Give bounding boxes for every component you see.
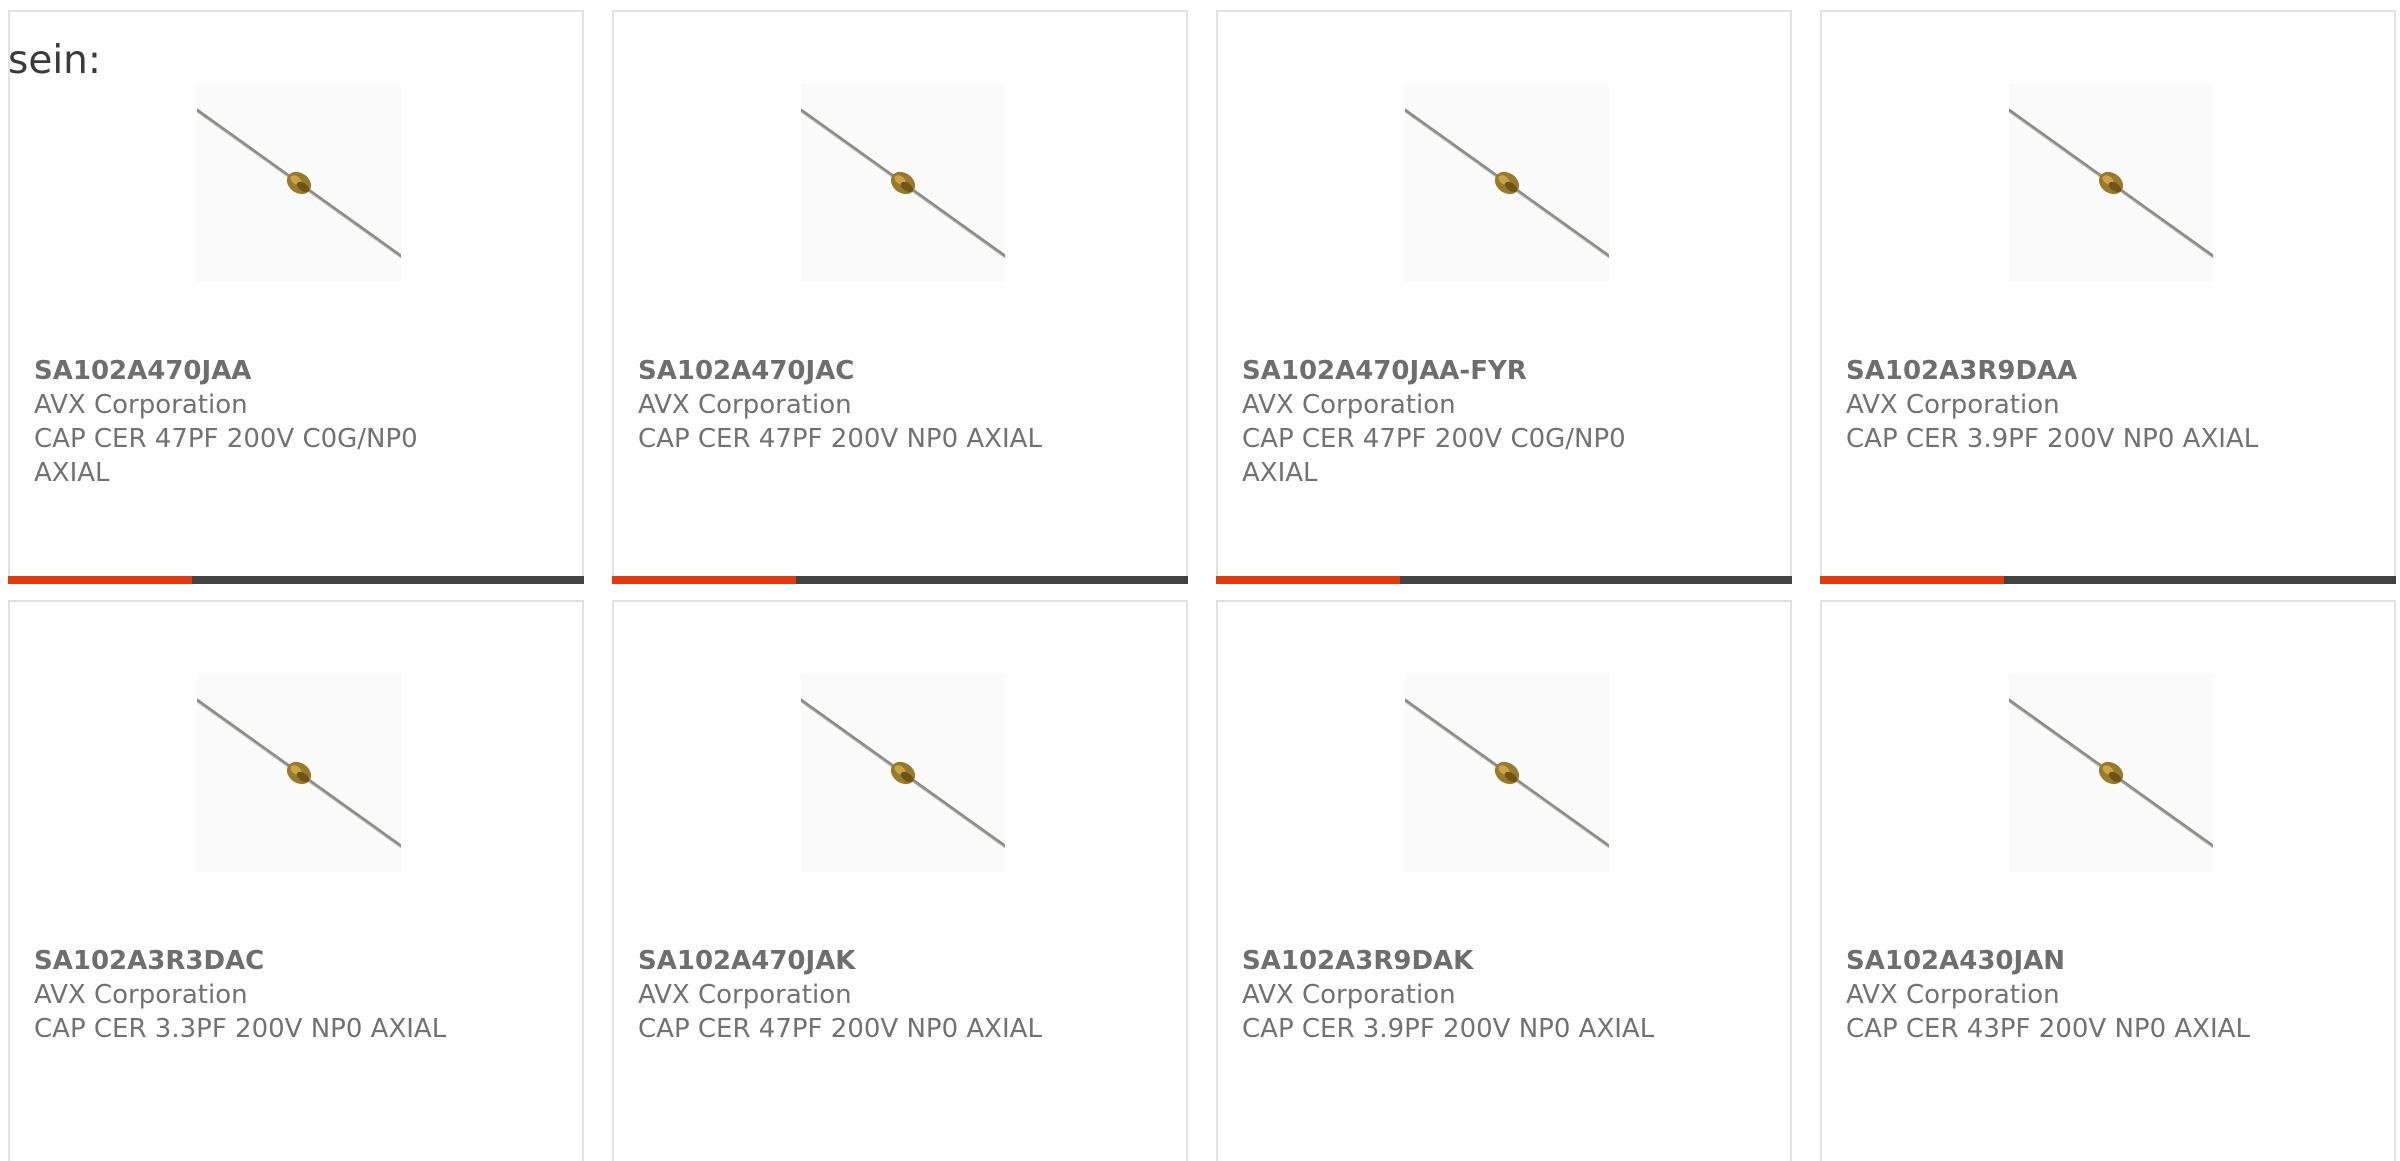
axial-capacitor-icon: [2009, 84, 2213, 282]
manufacturer: AVX Corporation: [1242, 980, 1456, 1010]
progress-bar: [612, 576, 1188, 584]
manufacturer: AVX Corporation: [34, 980, 248, 1010]
part-number[interactable]: SA102A3R9DAK: [1242, 944, 1662, 978]
axial-capacitor-icon: [2009, 674, 2213, 872]
description: CAP CER 47PF 200V C0G/NP0 AXIAL: [34, 424, 418, 488]
progress-bar: [1820, 576, 2396, 584]
part-number[interactable]: SA102A430JAN: [1846, 944, 2266, 978]
manufacturer: AVX Corporation: [638, 390, 852, 420]
product-card[interactable]: SA102A470JAC AVX Corporation CAP CER 47PF …: [612, 10, 1188, 584]
product-info: SA102A430JAN AVX Corporation CAP CER 43PF …: [1846, 944, 2266, 1046]
product-card[interactable]: SA102A470JAA-FYR AVX Corporation CAP CER 4…: [1216, 10, 1792, 584]
description: CAP CER 43PF 200V NP0 AXIAL: [1846, 1014, 2250, 1044]
description: CAP CER 3.9PF 200V NP0 AXIAL: [1846, 424, 2259, 454]
axial-capacitor-icon: [197, 674, 401, 872]
description: CAP CER 3.9PF 200V NP0 AXIAL: [1242, 1014, 1655, 1044]
progress-bar: [1216, 576, 1792, 584]
page: sein: SA102A470JAA AVX Corporation CAP CER…: [0, 0, 2400, 1161]
part-number[interactable]: SA102A470JAA-FYR: [1242, 354, 1662, 388]
axial-capacitor-icon: [801, 84, 1005, 282]
description: CAP CER 47PF 200V C0G/NP0 AXIAL: [1242, 424, 1626, 488]
progress-bar-fill: [1216, 576, 1401, 584]
axial-capacitor-icon: [197, 84, 401, 282]
product-info: SA102A470JAA AVX Corporation CAP CER 47PF …: [34, 354, 454, 490]
product-card[interactable]: SA102A470JAK AVX Corporation CAP CER 47PF …: [612, 600, 1188, 1161]
product-info: SA102A3R9DAK AVX Corporation CAP CER 3.9PF…: [1242, 944, 1662, 1046]
part-number[interactable]: SA102A470JAK: [638, 944, 1058, 978]
product-info: SA102A470JAC AVX Corporation CAP CER 47PF …: [638, 354, 1058, 456]
part-number[interactable]: SA102A470JAA: [34, 354, 454, 388]
product-info: SA102A3R3DAC AVX Corporation CAP CER 3.3PF…: [34, 944, 454, 1046]
product-grid: SA102A470JAA AVX Corporation CAP CER 47PF …: [8, 10, 2400, 1161]
manufacturer: AVX Corporation: [1846, 980, 2060, 1010]
axial-capacitor-icon: [1405, 674, 1609, 872]
product-card[interactable]: SA102A3R9DAA AVX Corporation CAP CER 3.9PF…: [1820, 10, 2396, 584]
progress-bar-fill: [1820, 576, 2005, 584]
progress-bar-fill: [612, 576, 797, 584]
manufacturer: AVX Corporation: [34, 390, 248, 420]
manufacturer: AVX Corporation: [1242, 390, 1456, 420]
description: CAP CER 47PF 200V NP0 AXIAL: [638, 1014, 1042, 1044]
manufacturer: AVX Corporation: [638, 980, 852, 1010]
product-card[interactable]: SA102A3R3DAC AVX Corporation CAP CER 3.3PF…: [8, 600, 584, 1161]
product-card[interactable]: SA102A3R9DAK AVX Corporation CAP CER 3.9PF…: [1216, 600, 1792, 1161]
product-card[interactable]: SA102A470JAA AVX Corporation CAP CER 47PF …: [8, 10, 584, 584]
part-number[interactable]: SA102A3R9DAA: [1846, 354, 2266, 388]
product-card[interactable]: SA102A430JAN AVX Corporation CAP CER 43PF …: [1820, 600, 2396, 1161]
product-info: SA102A3R9DAA AVX Corporation CAP CER 3.9PF…: [1846, 354, 2266, 456]
manufacturer: AVX Corporation: [1846, 390, 2060, 420]
progress-bar: [8, 576, 584, 584]
product-info: SA102A470JAA-FYR AVX Corporation CAP CER 4…: [1242, 354, 1662, 490]
progress-bar-fill: [8, 576, 193, 584]
axial-capacitor-icon: [801, 674, 1005, 872]
intro-text: sein:: [8, 38, 102, 83]
description: CAP CER 3.3PF 200V NP0 AXIAL: [34, 1014, 447, 1044]
product-info: SA102A470JAK AVX Corporation CAP CER 47PF …: [638, 944, 1058, 1046]
part-number[interactable]: SA102A3R3DAC: [34, 944, 454, 978]
description: CAP CER 47PF 200V NP0 AXIAL: [638, 424, 1042, 454]
axial-capacitor-icon: [1405, 84, 1609, 282]
part-number[interactable]: SA102A470JAC: [638, 354, 1058, 388]
